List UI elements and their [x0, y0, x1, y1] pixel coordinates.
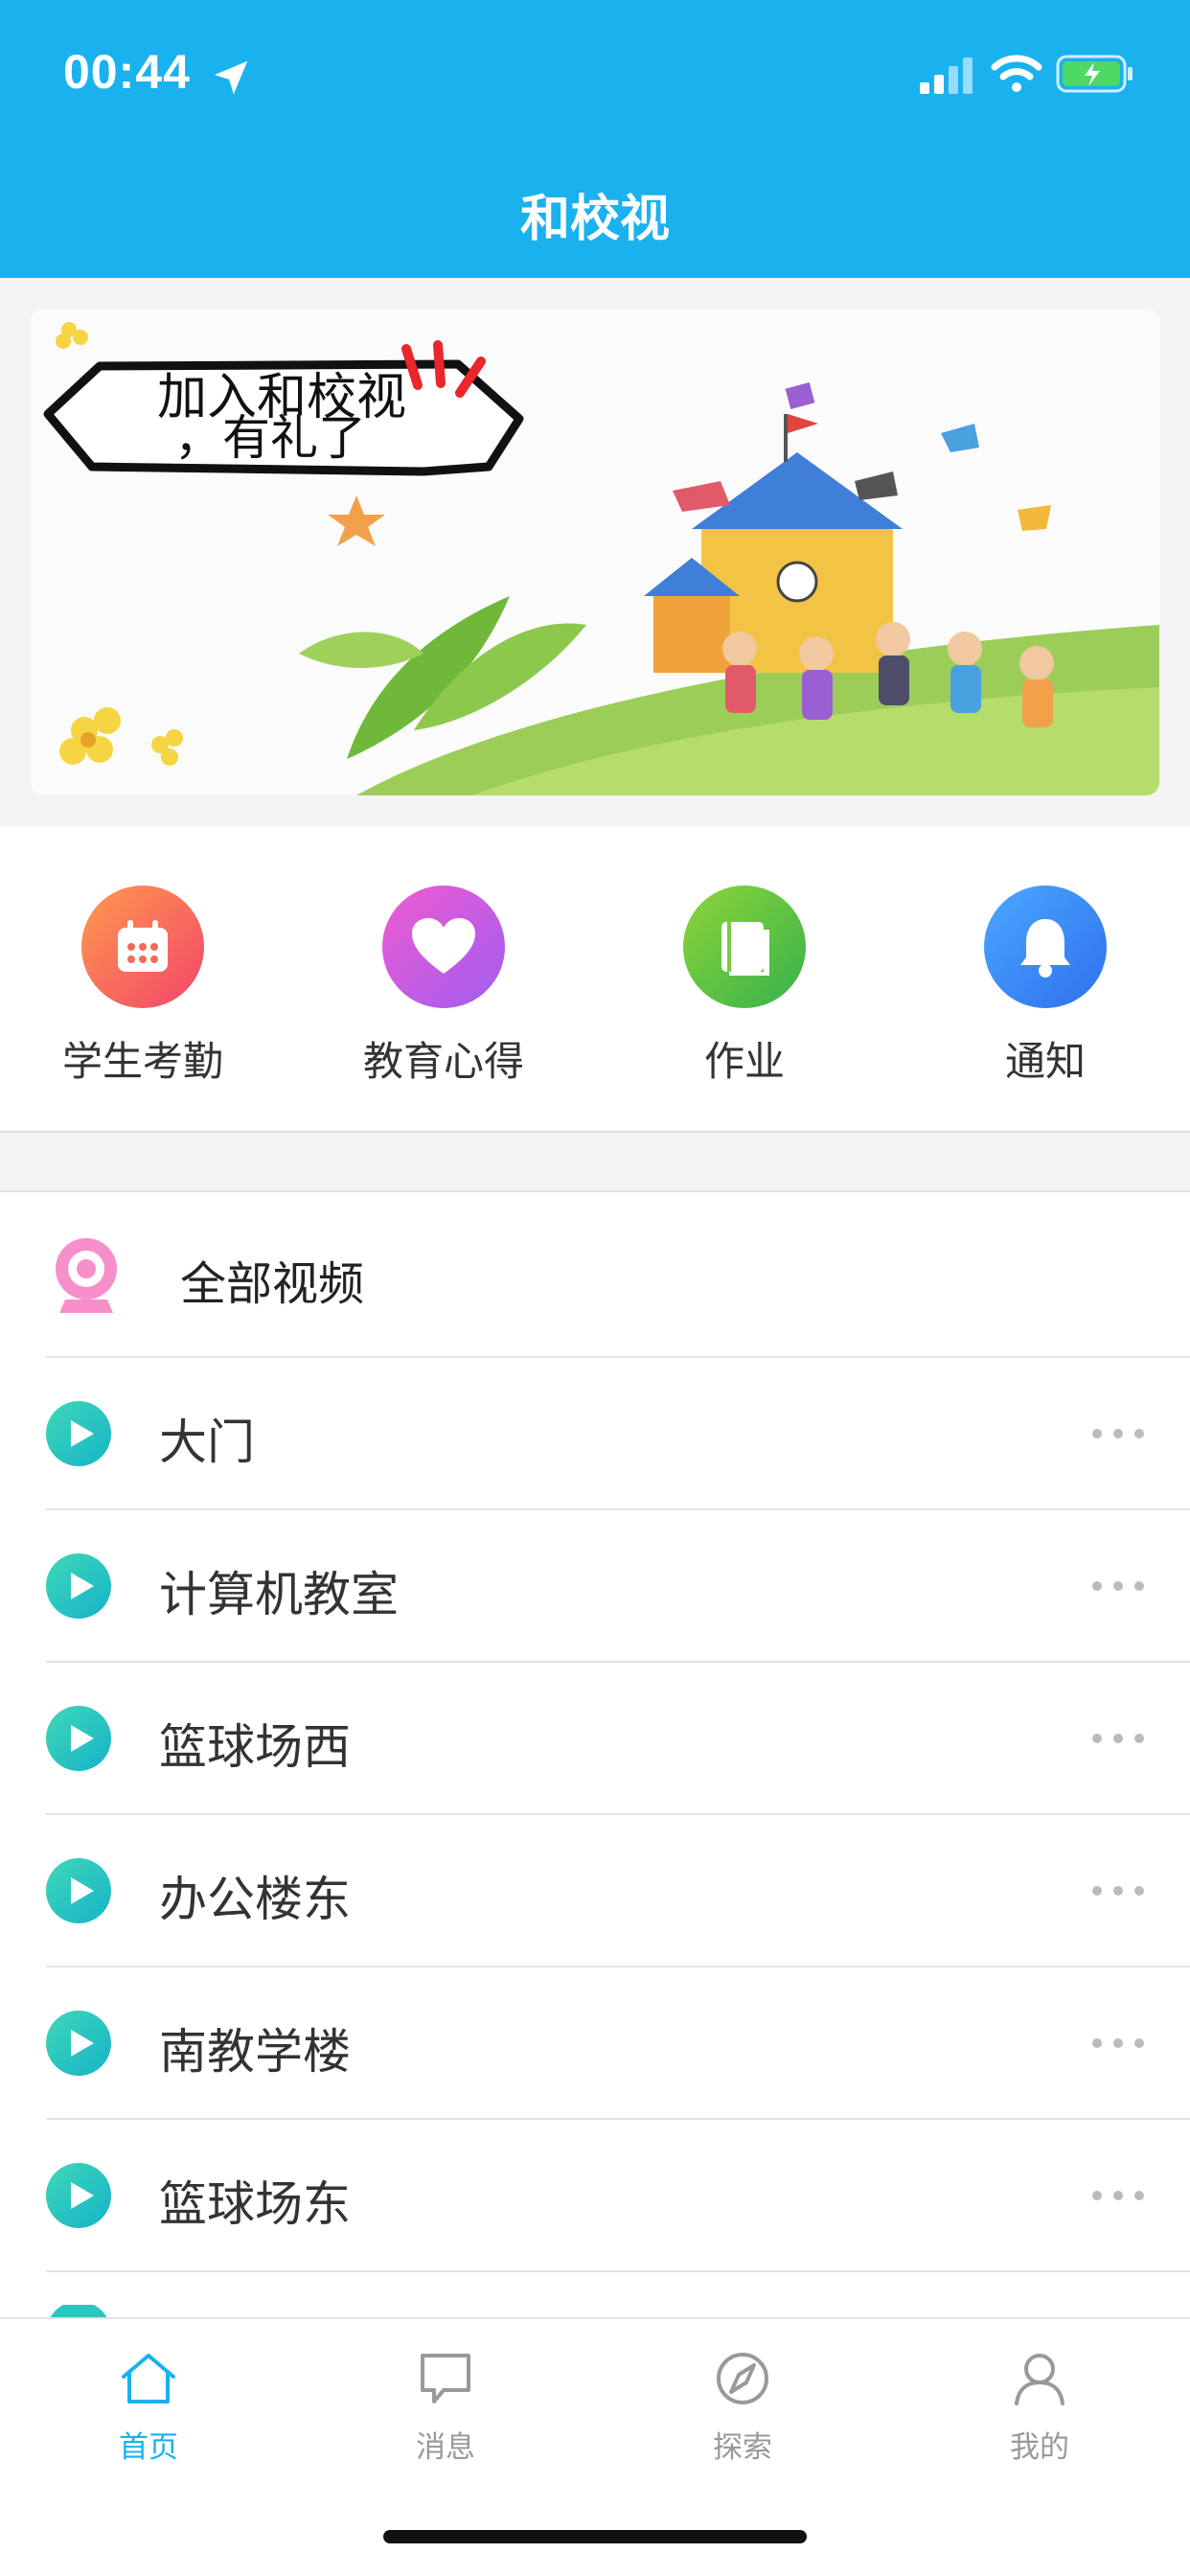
video-row-label: 办公楼东 — [159, 1872, 351, 1927]
more-options-icon[interactable] — [1090, 1884, 1146, 1898]
banner-section: 加入和校视 ，有礼了 — [0, 278, 1190, 826]
video-row-label: 篮球场东 — [159, 2176, 351, 2232]
bell-icon — [1020, 919, 1070, 978]
cellular-signal-icon — [920, 58, 973, 94]
heart-icon — [412, 918, 475, 974]
video-row-label: 南教学楼 — [159, 2024, 351, 2080]
book-icon — [721, 922, 769, 976]
play-icon-partial — [50, 2305, 107, 2318]
quick-action-label: 教育心得 — [362, 1038, 524, 1085]
promo-banner[interactable]: 加入和校视 ，有礼了 — [31, 309, 1159, 795]
play-icon — [46, 2011, 111, 2076]
more-options-icon[interactable] — [1090, 1732, 1146, 1745]
all-videos-label: 全部视频 — [180, 1257, 365, 1311]
homework-icon-circle — [683, 886, 806, 1008]
quick-action-attendance[interactable]: 学生考勤 — [33, 886, 253, 1088]
calendar-icon — [118, 920, 168, 972]
tab-label: 首页 — [119, 2430, 178, 2465]
tab-label: 探索 — [713, 2430, 772, 2465]
home-indicator[interactable] — [383, 2530, 807, 2543]
tab-home[interactable]: 首页 — [62, 2348, 235, 2466]
more-options-icon[interactable] — [1090, 1427, 1146, 1440]
location-arrow-icon — [214, 60, 248, 95]
camera-icon — [56, 1238, 117, 1313]
divider — [46, 2270, 1190, 2272]
quick-action-notice[interactable]: 通知 — [935, 886, 1156, 1088]
explore-icon — [717, 2353, 768, 2404]
more-options-icon[interactable] — [1090, 2036, 1146, 2050]
video-row-label: 计算机教室 — [159, 1567, 399, 1622]
video-row[interactable]: 篮球场东 — [0, 2120, 1190, 2271]
education-icon-circle — [382, 886, 505, 1008]
tab-profile[interactable]: 我的 — [953, 2348, 1126, 2466]
app-title: 和校视 — [519, 191, 670, 248]
video-row[interactable]: 篮球场西 — [0, 1663, 1190, 1814]
quick-action-label: 通知 — [1004, 1038, 1086, 1085]
message-icon — [421, 2354, 470, 2404]
video-row[interactable]: 计算机教室 — [0, 1510, 1190, 1662]
battery-charging-icon — [1056, 55, 1133, 93]
wifi-icon — [991, 55, 1042, 92]
quick-action-label: 学生考勤 — [61, 1038, 223, 1085]
tab-label: 我的 — [1010, 2430, 1069, 2465]
tab-label: 消息 — [416, 2430, 475, 2465]
quick-action-label: 作业 — [703, 1038, 785, 1085]
quick-action-education[interactable]: 教育心得 — [333, 886, 554, 1088]
tab-messages[interactable]: 消息 — [359, 2348, 532, 2466]
banner-headline-2: ，有礼了 — [174, 410, 366, 466]
quick-actions: 学生考勤 教育心得 作业 通知 — [0, 826, 1190, 1131]
play-icon — [46, 1858, 111, 1923]
quick-action-homework[interactable]: 作业 — [634, 886, 855, 1088]
notice-icon-circle — [984, 886, 1107, 1008]
more-options-icon[interactable] — [1090, 2189, 1146, 2202]
video-row-label: 大门 — [159, 1414, 255, 1470]
play-icon — [46, 1401, 111, 1466]
video-row-label: 篮球场西 — [159, 1719, 351, 1775]
tab-explore[interactable]: 探索 — [656, 2348, 829, 2466]
play-icon — [46, 1706, 111, 1771]
attendance-icon-circle — [81, 886, 204, 1008]
profile-icon — [1015, 2354, 1064, 2405]
play-icon — [46, 1553, 111, 1619]
app-header: 00:44 和校视 — [0, 0, 1190, 278]
video-row[interactable]: 办公楼东 — [0, 1815, 1190, 1966]
video-row[interactable]: 大门 — [0, 1358, 1190, 1509]
play-icon — [46, 2163, 111, 2228]
video-row[interactable]: 南教学楼 — [0, 1967, 1190, 2119]
all-videos-row[interactable]: 全部视频 — [0, 1194, 1190, 1357]
status-time: 00:44 — [63, 45, 191, 99]
section-gap — [0, 1133, 1190, 1192]
banner-illustration: 加入和校视 ，有礼了 — [43, 322, 1159, 795]
home-icon — [122, 2354, 175, 2404]
more-options-icon[interactable] — [1090, 1579, 1146, 1593]
